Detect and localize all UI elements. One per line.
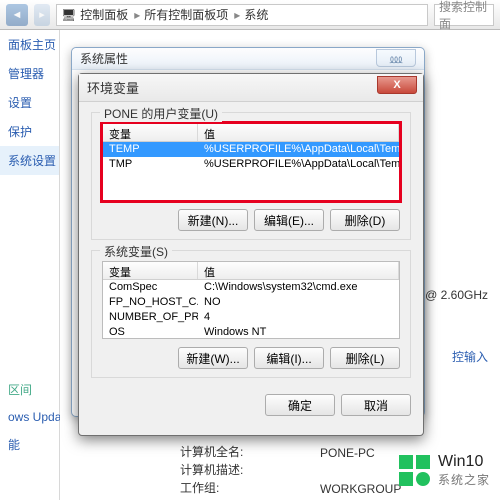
crumb-segment[interactable]: 系统 xyxy=(244,6,268,23)
sidebar-item[interactable]: 管理器 xyxy=(0,59,59,88)
dialog-titlebar[interactable]: 环境变量 X xyxy=(79,74,423,102)
window-title: 系统属性 xyxy=(72,48,424,70)
user-variables-list[interactable]: 变量 值 TEMP %USERPROFILE%\AppData\Local\Te… xyxy=(102,123,400,201)
group-legend: PONE 的用户变量(U) xyxy=(100,105,222,122)
table-row[interactable]: NUMBER_OF_PR...4 xyxy=(103,310,399,325)
environment-variables-dialog: 环境变量 X PONE 的用户变量(U) 变量 值 TEMP %USERPROF… xyxy=(78,73,424,436)
table-row[interactable]: TMP %USERPROFILE%\AppData\Local\Temp xyxy=(103,157,399,172)
table-row[interactable]: OSWindows NT xyxy=(103,325,399,338)
close-button[interactable]: ⅏ xyxy=(376,49,416,67)
list-header: 变量 值 xyxy=(103,262,399,280)
system-variables-list[interactable]: 变量 值 ComSpecC:\Windows\system32\cmd.exe … xyxy=(102,261,400,339)
nav-forward-button[interactable]: ▸ xyxy=(34,4,50,26)
address-bar: ◄ ▸ 🖥 控制面板 ▸ 所有控制面板项 ▸ 系统 搜索控制面 xyxy=(0,0,500,30)
sidebar-item[interactable]: 设置 xyxy=(0,88,59,117)
col-value-header[interactable]: 值 xyxy=(198,262,399,279)
new-button[interactable]: 新建(N)... xyxy=(178,209,248,231)
table-row[interactable]: FP_NO_HOST_C...NO xyxy=(103,295,399,310)
watermark-logo-icon xyxy=(399,455,430,486)
input-link-fragment[interactable]: 控输入 xyxy=(452,348,488,365)
col-name-header[interactable]: 变量 xyxy=(103,262,198,279)
workgroup-label: 工作组: xyxy=(180,479,219,496)
new-button[interactable]: 新建(W)... xyxy=(178,347,248,369)
fullname-label: 计算机全名: xyxy=(180,443,243,460)
fullname-value: PONE-PC xyxy=(320,446,375,460)
watermark-line2: 系统之家 xyxy=(438,471,490,488)
computer-icon: 🖥 xyxy=(61,8,76,22)
table-row[interactable]: ComSpecC:\Windows\system32\cmd.exe xyxy=(103,280,399,295)
sidebar: 面板主页 管理器 设置 保护 系统设置 区间 ows Update 能 xyxy=(0,30,60,500)
watermark: Win10 系统之家 xyxy=(399,453,490,488)
group-legend: 系统变量(S) xyxy=(100,243,172,260)
col-name-header[interactable]: 变量 xyxy=(103,124,198,141)
nav-back-button[interactable]: ◄ xyxy=(6,4,28,26)
sidebar-item[interactable]: ows Update xyxy=(0,404,59,430)
chevron-right-icon: ▸ xyxy=(234,8,240,22)
workgroup-value: WORKGROUP xyxy=(320,482,401,496)
edit-button[interactable]: 编辑(E)... xyxy=(254,209,324,231)
system-variables-group: 系统变量(S) 变量 值 ComSpecC:\Windows\system32\… xyxy=(91,250,411,378)
sidebar-item[interactable]: 能 xyxy=(0,430,59,459)
list-header: 变量 值 xyxy=(103,124,399,142)
delete-button[interactable]: 删除(D) xyxy=(330,209,400,231)
sidebar-item[interactable]: 保护 xyxy=(0,117,59,146)
edit-button[interactable]: 编辑(I)... xyxy=(254,347,324,369)
desc-label: 计算机描述: xyxy=(180,461,243,478)
chevron-right-icon: ▸ xyxy=(134,8,140,22)
table-row[interactable]: TEMP %USERPROFILE%\AppData\Local\Temp xyxy=(103,142,399,157)
dialog-title: 环境变量 xyxy=(87,78,139,97)
crumb-segment[interactable]: 所有控制面板项 xyxy=(144,6,228,23)
user-variables-group: PONE 的用户变量(U) 变量 值 TEMP %USERPROFILE%\Ap… xyxy=(91,112,411,240)
watermark-line1: Win10 xyxy=(438,453,490,471)
close-button[interactable]: X xyxy=(377,76,417,94)
sidebar-item[interactable]: 区间 xyxy=(0,375,59,404)
sidebar-item[interactable]: 面板主页 xyxy=(0,30,59,59)
sidebar-item[interactable]: 系统设置 xyxy=(0,146,59,175)
delete-button[interactable]: 删除(L) xyxy=(330,347,400,369)
breadcrumb[interactable]: 🖥 控制面板 ▸ 所有控制面板项 ▸ 系统 xyxy=(56,4,428,26)
ok-button[interactable]: 确定 xyxy=(265,394,335,416)
crumb-segment[interactable]: 控制面板 xyxy=(80,6,128,23)
cancel-button[interactable]: 取消 xyxy=(341,394,411,416)
col-value-header[interactable]: 值 xyxy=(198,124,399,141)
search-input[interactable]: 搜索控制面 xyxy=(434,4,494,26)
